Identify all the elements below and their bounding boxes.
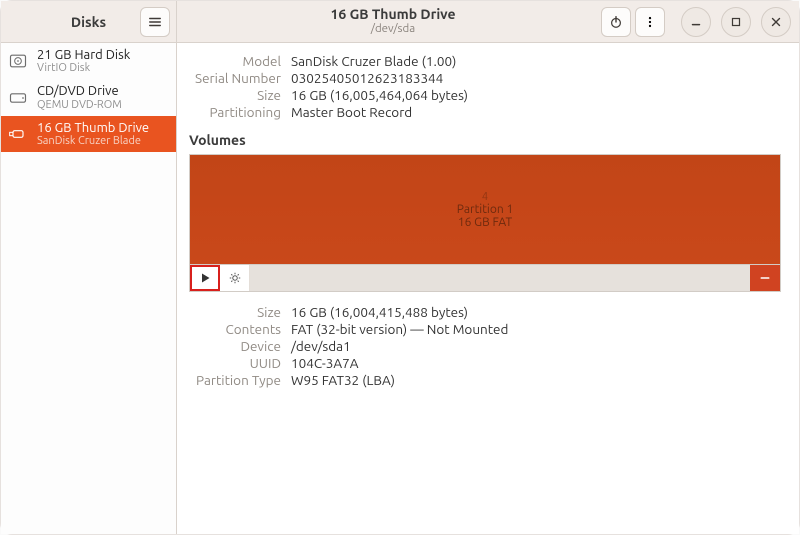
close-button[interactable] xyxy=(761,7,791,37)
volumes-heading: Volumes xyxy=(189,132,781,148)
maximize-button[interactable] xyxy=(721,7,751,37)
value-serial: 03025405012623183344 xyxy=(291,70,781,86)
sidebar-item-thumb-drive[interactable]: 16 GB Thumb Drive SanDisk Cruzer Blade xyxy=(1,116,176,152)
drive-subtitle: /dev/sda xyxy=(185,23,601,36)
drive-title: 16 GB Thumb Drive xyxy=(185,7,601,22)
label-partitioning: Partitioning xyxy=(189,104,281,120)
minimize-icon xyxy=(689,15,703,29)
hamburger-icon xyxy=(148,15,162,29)
label-device: Device xyxy=(189,338,281,354)
gear-icon xyxy=(229,272,241,284)
sidebar-item-label: 21 GB Hard Disk xyxy=(37,48,130,62)
volume-desc: 16 GB FAT xyxy=(458,216,512,229)
app-menu-button[interactable] xyxy=(140,7,170,37)
label-serial: Serial Number xyxy=(189,70,281,86)
value-model: SanDisk Cruzer Blade (1.00) xyxy=(291,53,781,69)
value-psize: 16 GB (16,004,415,488 bytes) xyxy=(291,304,781,320)
hdd-icon xyxy=(7,50,29,72)
more-vertical-icon xyxy=(643,15,657,29)
label-ptype: Partition Type xyxy=(189,372,281,388)
device-sidebar: 21 GB Hard Disk VirtIO Disk CD/DVD Drive… xyxy=(1,43,177,534)
value-uuid: 104C-3A7A xyxy=(291,355,781,371)
sidebar-item-label: 16 GB Thumb Drive xyxy=(37,121,149,135)
play-icon xyxy=(199,272,211,284)
cd-icon xyxy=(7,87,29,109)
delete-partition-button[interactable] xyxy=(750,265,780,291)
sidebar-item-hard-disk[interactable]: 21 GB Hard Disk VirtIO Disk xyxy=(1,43,176,79)
label-psize: Size xyxy=(189,304,281,320)
volume-options-button[interactable] xyxy=(220,265,250,291)
minimize-button[interactable] xyxy=(681,7,711,37)
volume-subtext: 4 xyxy=(482,191,488,203)
volume-toolbar xyxy=(189,264,781,292)
sidebar-item-sublabel: VirtIO Disk xyxy=(37,62,130,74)
value-partitioning: Master Boot Record xyxy=(291,104,781,120)
app-title: Disks xyxy=(71,14,106,30)
label-model: Model xyxy=(189,53,281,69)
partition-info: Size 16 GB (16,004,415,488 bytes) Conten… xyxy=(189,304,781,388)
sidebar-item-cd-drive[interactable]: CD/DVD Drive QEMU DVD-ROM xyxy=(1,79,176,115)
drive-info: Model SanDisk Cruzer Blade (1.00) Serial… xyxy=(189,53,781,120)
volume-name: Partition 1 xyxy=(457,203,513,216)
volume-block[interactable]: 4 Partition 1 16 GB FAT xyxy=(189,154,781,264)
headerbar: Disks 16 GB Thumb Drive /dev/sda xyxy=(1,1,799,43)
value-device: /dev/sda1 xyxy=(291,338,781,354)
headerbar-left: Disks xyxy=(1,1,177,42)
drive-options-button[interactable] xyxy=(635,7,665,37)
value-size: 16 GB (16,005,464,064 bytes) xyxy=(291,87,781,103)
label-uuid: UUID xyxy=(189,355,281,371)
mount-button[interactable] xyxy=(190,265,220,291)
close-icon xyxy=(769,15,783,29)
usb-icon xyxy=(7,123,29,145)
minus-icon xyxy=(759,272,771,284)
value-ptype: W95 FAT32 (LBA) xyxy=(291,372,781,388)
value-contents: FAT (32-bit version) — Not Mounted xyxy=(291,321,781,337)
sidebar-item-label: CD/DVD Drive xyxy=(37,84,122,98)
app-window: Disks 16 GB Thumb Drive /dev/sda xyxy=(1,1,799,534)
main-pane: Model SanDisk Cruzer Blade (1.00) Serial… xyxy=(177,43,799,534)
sidebar-item-sublabel: SanDisk Cruzer Blade xyxy=(37,135,149,147)
maximize-icon xyxy=(729,15,743,29)
toolbar-spacer xyxy=(250,265,750,291)
label-contents: Contents xyxy=(189,321,281,337)
power-icon xyxy=(609,15,623,29)
sidebar-item-sublabel: QEMU DVD-ROM xyxy=(37,99,122,111)
label-size: Size xyxy=(189,87,281,103)
drive-title-area: 16 GB Thumb Drive /dev/sda xyxy=(185,7,601,35)
power-button[interactable] xyxy=(601,7,631,37)
